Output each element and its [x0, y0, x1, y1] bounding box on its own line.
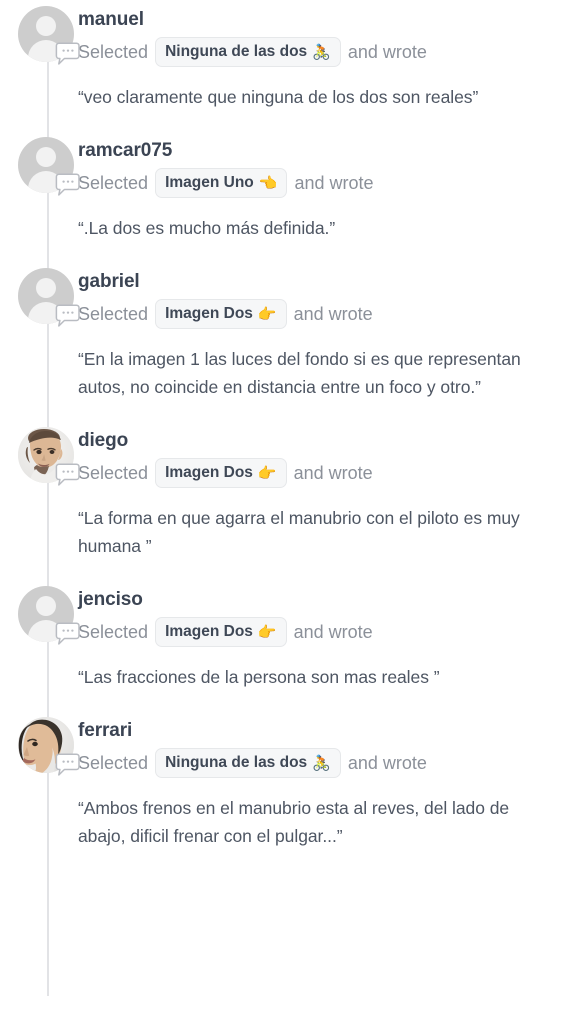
comment-username[interactable]: ferrari [78, 719, 558, 743]
avatar-ramcar075[interactable] [18, 137, 80, 196]
avatar-jenciso[interactable] [18, 586, 80, 645]
comment-username[interactable]: diego [78, 429, 558, 453]
avatar-gabriel[interactable] [18, 268, 80, 327]
comment-gutter [18, 586, 80, 751]
comment-meta: Selected Imagen Dos 👉 and wrote [78, 458, 558, 488]
comment-body: ramcar075 Selected Imagen Uno 👈 and wrot… [78, 137, 558, 268]
comment-body: diego Selected Imagen Dos 👉 and wrote “L… [78, 427, 558, 586]
point-left-emoji: 👈 [258, 174, 278, 192]
point-right-emoji: 👉 [257, 464, 277, 482]
comment-gutter [18, 268, 80, 461]
selected-suffix-label: and wrote [347, 42, 427, 62]
selected-choice-chip[interactable]: Imagen Dos 👉 [155, 617, 287, 647]
selected-prefix-label: Selected [78, 42, 149, 62]
comment-body: manuel Selected Ninguna de las dos 🚴 and… [78, 6, 558, 137]
selected-choice-chip[interactable]: Imagen Dos 👉 [155, 299, 287, 329]
comment-gutter [18, 717, 80, 996]
comment-quote-text: “Las fracciones de la persona son mas re… [78, 667, 440, 687]
comment-username[interactable]: gabriel [78, 270, 558, 294]
comment-username[interactable]: manuel [78, 8, 558, 32]
comment-item-manuel: manuel Selected Ninguna de las dos 🚴 and… [0, 6, 570, 171]
comment-body: gabriel Selected Imagen Dos 👉 and wrote … [78, 268, 558, 427]
comment-quote-text: “veo claramente que ninguna de los dos s… [78, 87, 479, 107]
comment-username[interactable]: ramcar075 [78, 139, 558, 163]
selected-prefix-label: Selected [78, 622, 149, 642]
comment-body: ferrari Selected Ninguna de las dos 🚴 an… [78, 717, 558, 876]
selected-choice-label: Imagen Uno [165, 174, 254, 191]
comment-gutter [18, 137, 80, 302]
selected-suffix-label: and wrote [294, 173, 374, 193]
selected-choice-label: Imagen Dos [165, 623, 253, 640]
selected-choice-label: Imagen Dos [165, 464, 253, 481]
avatar-ferrari[interactable] [18, 717, 80, 776]
comment-bubble-icon [52, 173, 80, 197]
comment-item-diego: diego Selected Imagen Dos 👉 and wrote “L… [0, 427, 570, 620]
selected-suffix-label: and wrote [293, 304, 373, 324]
comment-bubble-icon [52, 622, 80, 646]
thread-connector-line [47, 773, 49, 996]
comment-item-ferrari: ferrari Selected Ninguna de las dos 🚴 an… [0, 717, 570, 996]
comment-body: jenciso Selected Imagen Dos 👉 and wrote … [78, 586, 558, 717]
comment-bubble-icon [52, 463, 80, 487]
comment-gutter [18, 427, 80, 620]
selected-suffix-label: and wrote [347, 753, 427, 773]
comment-item-ramcar075: ramcar075 Selected Imagen Uno 👈 and wrot… [0, 137, 570, 302]
cyclist-emoji: 🚴 [312, 754, 331, 772]
comment-quote-text: “En la imagen 1 las luces del fondo si e… [78, 349, 521, 397]
comment-bubble-icon [52, 42, 80, 66]
comment-bubble-icon [52, 304, 80, 328]
selected-prefix-label: Selected [78, 753, 149, 773]
comment-meta: Selected Imagen Dos 👉 and wrote [78, 617, 558, 647]
selected-choice-label: Ninguna de las dos [165, 43, 308, 60]
comment-item-gabriel: gabriel Selected Imagen Dos 👉 and wrote … [0, 268, 570, 461]
avatar-manuel[interactable] [18, 6, 80, 65]
point-right-emoji: 👉 [257, 305, 277, 323]
point-right-emoji: 👉 [257, 623, 277, 641]
comment-meta: Selected Ninguna de las dos 🚴 and wrote [78, 37, 558, 67]
selected-choice-chip[interactable]: Ninguna de las dos 🚴 [155, 748, 341, 778]
comment-quote-text: “.La dos es mucho más definida.” [78, 218, 336, 238]
selected-prefix-label: Selected [78, 304, 149, 324]
comment-quote-text: “Ambos frenos en el manubrio esta al rev… [78, 798, 510, 846]
selected-choice-chip[interactable]: Ninguna de las dos 🚴 [155, 37, 341, 67]
comment-meta: Selected Imagen Dos 👉 and wrote [78, 299, 558, 329]
selected-choice-chip[interactable]: Imagen Dos 👉 [155, 458, 287, 488]
comment-item-jenciso: jenciso Selected Imagen Dos 👉 and wrote … [0, 586, 570, 751]
comment-bubble-icon [52, 753, 80, 777]
selected-suffix-label: and wrote [293, 622, 373, 642]
selected-suffix-label: and wrote [293, 463, 373, 483]
comment-username[interactable]: jenciso [78, 588, 558, 612]
selected-choice-label: Ninguna de las dos [165, 754, 308, 771]
comment-gutter [18, 6, 80, 171]
selected-prefix-label: Selected [78, 173, 149, 193]
comment-feed: manuel Selected Ninguna de las dos 🚴 and… [0, 0, 570, 996]
selected-choice-label: Imagen Dos [165, 305, 253, 322]
comment-quote-text: “La forma en que agarra el manubrio con … [78, 508, 520, 556]
comment-meta: Selected Ninguna de las dos 🚴 and wrote [78, 748, 558, 778]
comment-meta: Selected Imagen Uno 👈 and wrote [78, 168, 558, 198]
selected-choice-chip[interactable]: Imagen Uno 👈 [155, 168, 288, 198]
avatar-diego[interactable] [18, 427, 80, 486]
cyclist-emoji: 🚴 [312, 43, 331, 61]
selected-prefix-label: Selected [78, 463, 149, 483]
